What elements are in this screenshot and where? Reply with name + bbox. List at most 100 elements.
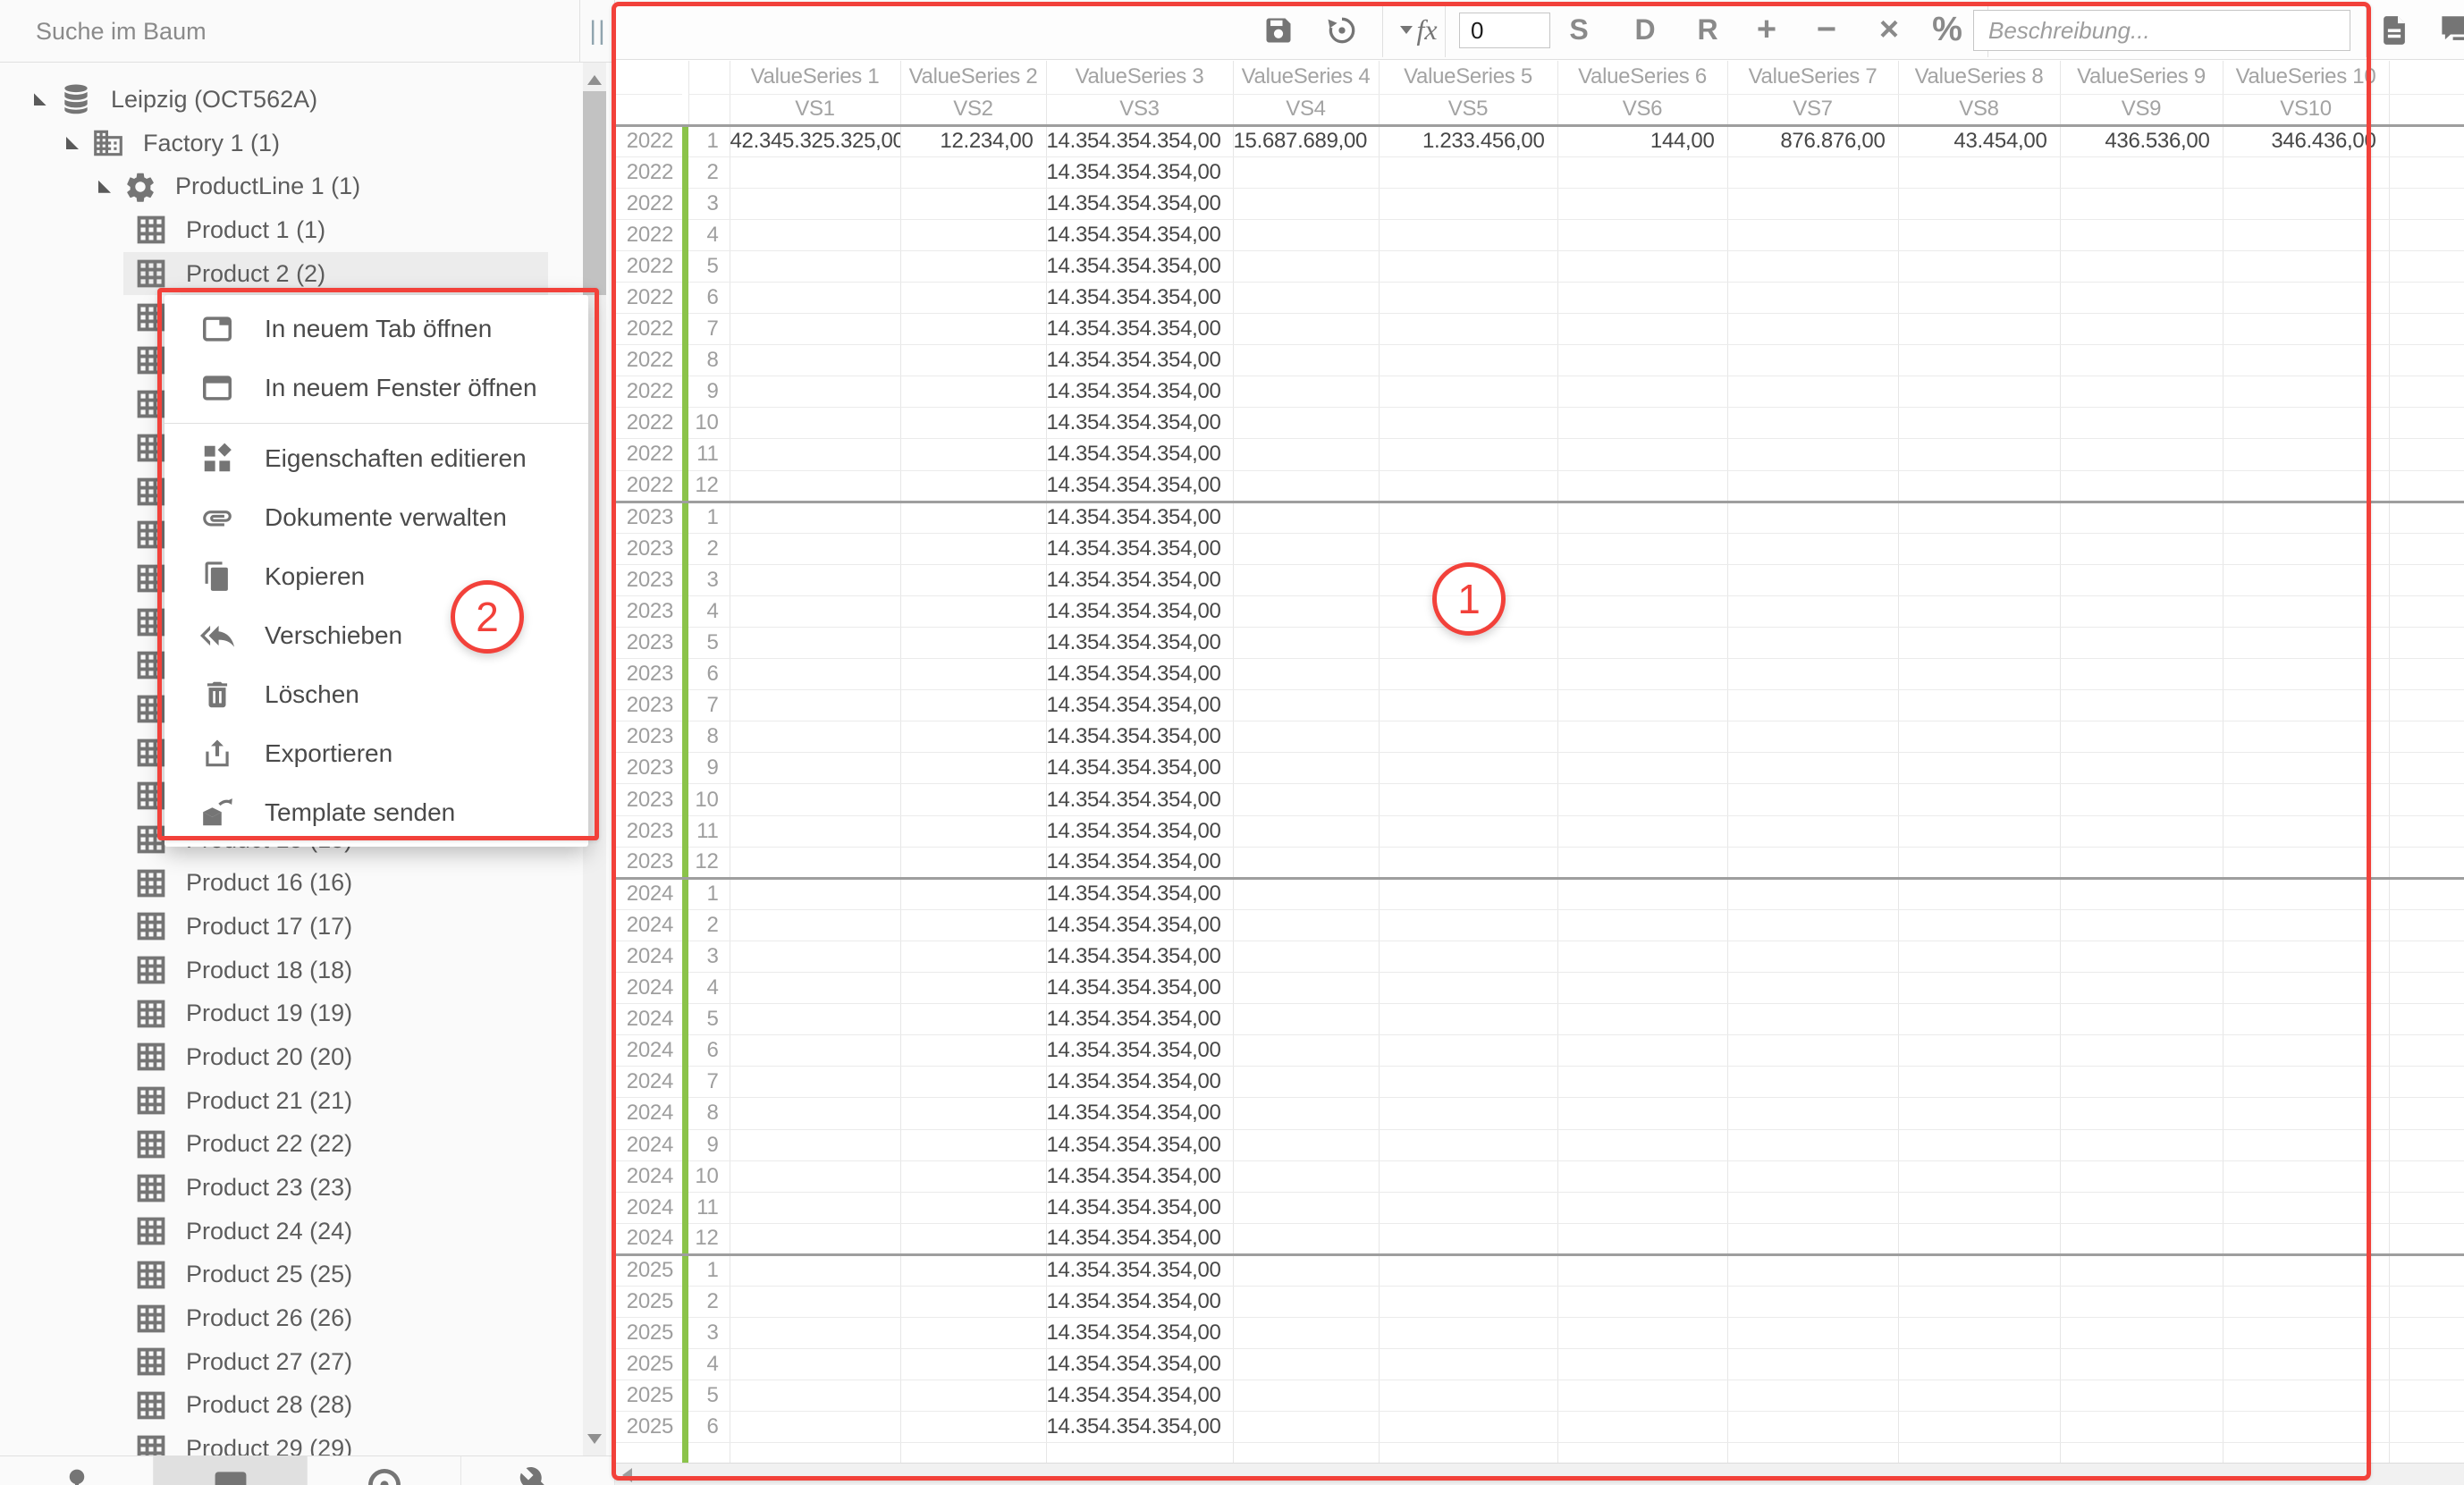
value-cell[interactable] xyxy=(900,1098,1046,1129)
value-cell[interactable] xyxy=(2223,628,2389,659)
value-cell[interactable]: 15.687.689,00 xyxy=(1233,125,1379,156)
value-cell[interactable] xyxy=(2060,1349,2223,1380)
context-menu-item[interactable]: In neuem Fenster öffnen xyxy=(165,359,588,418)
tree-item[interactable]: Product 28 (28) xyxy=(0,1384,582,1428)
value-cell[interactable] xyxy=(1898,1349,2060,1380)
value-cell[interactable] xyxy=(1233,1035,1379,1067)
sidebar-tab-target[interactable] xyxy=(308,1456,461,1485)
value-cell[interactable]: 43.454,00 xyxy=(1898,125,2060,156)
value-cell[interactable] xyxy=(2223,219,2389,250)
value-cell[interactable] xyxy=(730,815,900,847)
value-cell[interactable] xyxy=(2223,1380,2389,1412)
value-cell[interactable] xyxy=(1233,1129,1379,1160)
value-cell[interactable] xyxy=(2060,1286,2223,1317)
value-cell[interactable] xyxy=(1233,941,1379,972)
value-cell[interactable] xyxy=(730,470,900,502)
value-cell[interactable] xyxy=(900,439,1046,470)
value-cell[interactable] xyxy=(730,784,900,815)
value-cell[interactable] xyxy=(900,188,1046,219)
value-cell[interactable] xyxy=(2060,1192,2223,1223)
value-cell[interactable] xyxy=(1379,502,1557,533)
value-cell[interactable] xyxy=(900,533,1046,564)
value-cell[interactable] xyxy=(1233,595,1379,627)
value-cell[interactable] xyxy=(900,595,1046,627)
expander-triangle-icon[interactable] xyxy=(64,137,91,149)
value-cell[interactable] xyxy=(1379,595,1557,627)
tree-item[interactable]: Product 21 (21) xyxy=(0,1079,582,1123)
value-cell[interactable] xyxy=(730,909,900,941)
value-cell[interactable] xyxy=(1898,941,2060,972)
value-cell[interactable] xyxy=(2060,847,2223,878)
value-cell[interactable]: 14.354.354.354,00 xyxy=(1046,345,1233,376)
value-cell[interactable] xyxy=(2223,878,2389,909)
value-cell[interactable] xyxy=(730,188,900,219)
value-cell[interactable]: 14.354.354.354,00 xyxy=(1046,314,1233,345)
value-cell[interactable] xyxy=(730,156,900,188)
value-cell[interactable] xyxy=(1727,156,1898,188)
value-cell[interactable]: 14.354.354.354,00 xyxy=(1046,250,1233,282)
value-cell[interactable] xyxy=(1898,1035,2060,1067)
value-cell[interactable] xyxy=(1379,1349,1557,1380)
value-cell[interactable] xyxy=(1727,1160,1898,1192)
value-cell[interactable] xyxy=(1898,1098,2060,1129)
context-menu-item[interactable]: Kopieren xyxy=(165,547,588,606)
value-cell[interactable] xyxy=(1898,408,2060,439)
value-cell[interactable] xyxy=(1379,659,1557,690)
value-cell[interactable]: 14.354.354.354,00 xyxy=(1046,376,1233,408)
value-cell[interactable] xyxy=(900,659,1046,690)
value-cell[interactable]: 14.354.354.354,00 xyxy=(1046,439,1233,470)
value-cell[interactable]: 42.345.325.325,00 xyxy=(730,125,900,156)
value-cell[interactable] xyxy=(900,1254,1046,1286)
value-cell[interactable] xyxy=(2223,345,2389,376)
tree-item[interactable]: Product 19 (19) xyxy=(0,991,582,1035)
column-subheader[interactable]: VS5 xyxy=(1379,94,1557,125)
value-cell[interactable] xyxy=(1727,1412,1898,1443)
value-cell[interactable]: 14.354.354.354,00 xyxy=(1046,470,1233,502)
scrollbar-thumb[interactable] xyxy=(583,91,606,295)
tree-item[interactable]: Product 29 (29) xyxy=(0,1427,582,1455)
value-cell[interactable] xyxy=(730,1318,900,1349)
value-cell[interactable] xyxy=(2223,1223,2389,1254)
value-cell[interactable] xyxy=(1898,188,2060,219)
value-cell[interactable] xyxy=(1557,847,1727,878)
value-cell[interactable] xyxy=(1233,847,1379,878)
column-header[interactable]: ValueSeries 8 xyxy=(1898,61,2060,94)
column-header[interactable]: ValueSeries 10 xyxy=(2223,61,2389,94)
value-cell[interactable] xyxy=(1557,1035,1727,1067)
column-header[interactable]: ValueSeries 1 xyxy=(730,61,900,94)
value-cell[interactable] xyxy=(1898,1254,2060,1286)
value-cell[interactable] xyxy=(1898,909,2060,941)
value-cell[interactable] xyxy=(730,250,900,282)
value-cell[interactable]: 14.354.354.354,00 xyxy=(1046,502,1233,533)
value-cell[interactable] xyxy=(2060,533,2223,564)
value-cell[interactable] xyxy=(1727,188,1898,219)
value-cell[interactable] xyxy=(1233,753,1379,784)
value-cell[interactable] xyxy=(730,1223,900,1254)
value-cell[interactable] xyxy=(2223,1129,2389,1160)
value-cell[interactable] xyxy=(730,659,900,690)
value-cell[interactable] xyxy=(2060,753,2223,784)
value-cell[interactable] xyxy=(1727,973,1898,1004)
value-cell[interactable] xyxy=(1898,847,2060,878)
value-cell[interactable] xyxy=(900,973,1046,1004)
value-cell[interactable] xyxy=(1557,690,1727,721)
scroll-up-icon[interactable] xyxy=(587,75,602,85)
value-cell[interactable] xyxy=(1379,847,1557,878)
value-cell[interactable] xyxy=(2223,188,2389,219)
value-cell[interactable] xyxy=(1233,973,1379,1004)
value-cell[interactable] xyxy=(900,376,1046,408)
value-cell[interactable] xyxy=(1233,219,1379,250)
value-cell[interactable] xyxy=(1557,1067,1727,1098)
value-cell[interactable] xyxy=(1727,1067,1898,1098)
value-cell[interactable] xyxy=(1898,1318,2060,1349)
value-cell[interactable] xyxy=(2223,470,2389,502)
value-cell[interactable] xyxy=(1233,1380,1379,1412)
value-cell[interactable] xyxy=(730,282,900,313)
value-cell[interactable] xyxy=(730,1098,900,1129)
value-cell[interactable] xyxy=(1233,1286,1379,1317)
value-cell[interactable] xyxy=(1727,1004,1898,1035)
value-cell[interactable] xyxy=(1233,815,1379,847)
value-cell[interactable] xyxy=(730,1160,900,1192)
value-cell[interactable] xyxy=(1727,282,1898,313)
value-cell[interactable] xyxy=(1727,1223,1898,1254)
